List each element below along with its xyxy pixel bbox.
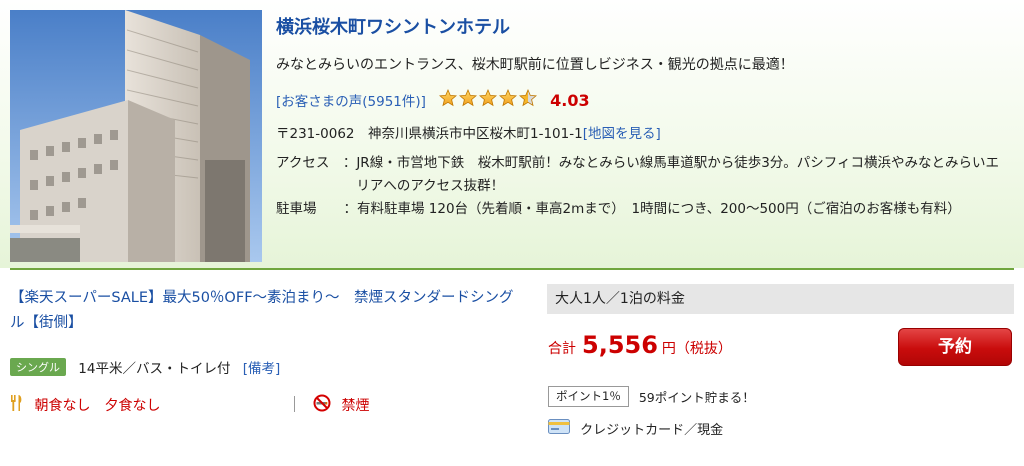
divider <box>294 396 295 412</box>
section-divider <box>10 268 1014 270</box>
review-row: [お客さまの声(5951件)] 4.03 <box>276 88 590 111</box>
star-icon <box>499 88 518 107</box>
map-link[interactable]: [地図を見る] <box>583 126 661 142</box>
credit-card-icon <box>548 419 574 438</box>
price-value: 5,556 <box>582 331 658 359</box>
address-text: 〒231-0062 神奈川県横浜市中区桜木町1-101-1 <box>276 126 583 142</box>
point-row: ポイント1％ 59ポイント貯まる！ <box>548 386 755 407</box>
parking-label: 駐車場 ： <box>276 201 357 217</box>
reserve-button[interactable]: 予約 <box>898 328 1012 366</box>
smoking-info: 禁煙 <box>313 394 369 416</box>
price-header: 大人1人／1泊の料金 <box>547 284 1014 314</box>
room-type-badge: シングル <box>10 358 66 376</box>
rating-stars <box>439 88 539 111</box>
price-unit: 円（税抜） <box>661 341 732 357</box>
plan-title-link[interactable]: 【楽天スーパーSALE】最大50％OFF～素泊まり～ 禁煙スタンダードシングル【… <box>10 286 520 336</box>
hotel-photo[interactable] <box>10 10 262 262</box>
hotel-catchcopy: みなとみらいのエントランス、桜木町駅前に位置しビジネス・観光の拠点に最適！ <box>276 57 794 73</box>
point-text: 59ポイント貯まる！ <box>638 390 755 405</box>
star-icon <box>479 88 498 107</box>
access-text: JR線・市営地下鉄 桜木町駅前！みなとみらい線馬車道駅から徒歩3分。パシフィコ横… <box>356 155 1000 194</box>
meal-icon <box>10 395 28 416</box>
payment-row: クレジットカード／現金 <box>548 419 723 438</box>
smoking-text: 禁煙 <box>341 398 370 414</box>
hotel-name-link[interactable]: 横浜桜木町ワシントンホテル <box>276 13 510 39</box>
parking-text: 有料駐車場 120台（先着順・車高2mまで） 1時間につき、200～500円（ご… <box>357 201 961 217</box>
review-link[interactable]: [お客さまの声(5951件)] <box>276 94 426 110</box>
meal-row: 朝食なし 夕食なし 禁煙 <box>10 394 369 416</box>
star-icon <box>439 88 458 107</box>
hotel-summary: 横浜桜木町ワシントンホテル みなとみらいのエントランス、桜木町駅前に位置しビジネ… <box>0 0 1024 268</box>
room-info: 14平米／バス・トイレ付 <box>78 361 231 377</box>
meal-info: 朝食なし 夕食なし <box>34 398 161 414</box>
point-badge: ポイント1％ <box>548 386 629 407</box>
access-block: アクセス ： JR線・市営地下鉄 桜木町駅前！みなとみらい線馬車道駅から徒歩3分… <box>276 152 1006 221</box>
access-label: アクセス ： <box>276 155 357 171</box>
price-label: 合計 <box>548 341 576 357</box>
rating-score: 4.03 <box>550 90 590 110</box>
half-star-icon <box>519 88 538 107</box>
no-smoking-icon <box>313 394 335 416</box>
remarks-link[interactable]: [備考] <box>243 361 281 377</box>
star-icon <box>459 88 478 107</box>
price-row: 合計 5,556 円（税抜） <box>548 331 732 359</box>
payment-text: クレジットカード／現金 <box>580 423 724 438</box>
address-row: 〒231-0062 神奈川県横浜市中区桜木町1-101-1[地図を見る] <box>276 122 661 142</box>
room-row: シングル 14平米／バス・トイレ付 [備考] <box>10 357 281 377</box>
